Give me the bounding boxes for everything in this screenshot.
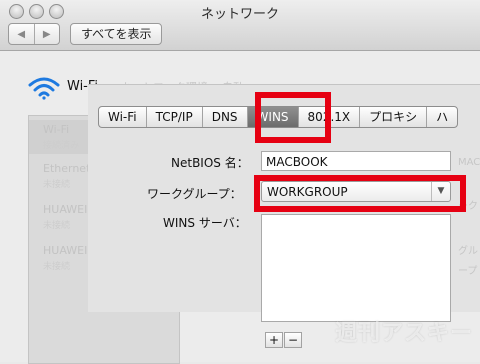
netbios-name-input[interactable]: MACBOOK (261, 151, 451, 171)
window-title: ネットワーク (200, 7, 279, 22)
hint-text: ープ (458, 266, 478, 277)
forward-button[interactable]: ▶ (33, 24, 60, 44)
wifi-icon (28, 77, 60, 100)
add-server-button[interactable]: + (265, 332, 283, 348)
tab-wifi[interactable]: Wi-Fi (99, 107, 147, 127)
highlight-box-wins-tab (255, 92, 331, 143)
service-item-status: 未接続 (43, 221, 71, 231)
tab-hardware[interactable]: ハ (427, 107, 457, 127)
service-item-name[interactable]: Wi-Fi (43, 123, 69, 136)
back-button[interactable]: ◀ (9, 24, 34, 44)
show-all-button[interactable]: すべてを表示 (70, 23, 163, 45)
remove-server-button[interactable]: − (284, 332, 302, 348)
watermark-logo: 週刊アスキー (335, 321, 474, 346)
service-item-name[interactable]: Ethernet (43, 162, 90, 175)
hint-text: MAC (458, 157, 480, 168)
service-item-status: 未接続 (43, 180, 71, 190)
tab-dns[interactable]: DNS (203, 107, 248, 127)
hint-text: グル (458, 246, 478, 257)
workgroup-label: ワークグループ： (147, 187, 242, 201)
highlight-box-workgroup (254, 175, 466, 212)
window-titlebar: ネットワーク ◀ ▶ すべてを表示 (0, 0, 480, 51)
wins-server-label: WINS サーバ： (163, 216, 247, 230)
service-item-status: 未接続 (43, 262, 71, 272)
netbios-label: NetBIOS 名： (171, 156, 249, 170)
nav-buttons: ◀ ▶ (8, 23, 60, 45)
tab-proxy[interactable]: プロキシ (360, 107, 428, 127)
service-item-status: 接続済み (43, 141, 80, 151)
tab-tcpip[interactable]: TCP/IP (147, 107, 203, 127)
wins-server-list[interactable] (261, 214, 451, 322)
